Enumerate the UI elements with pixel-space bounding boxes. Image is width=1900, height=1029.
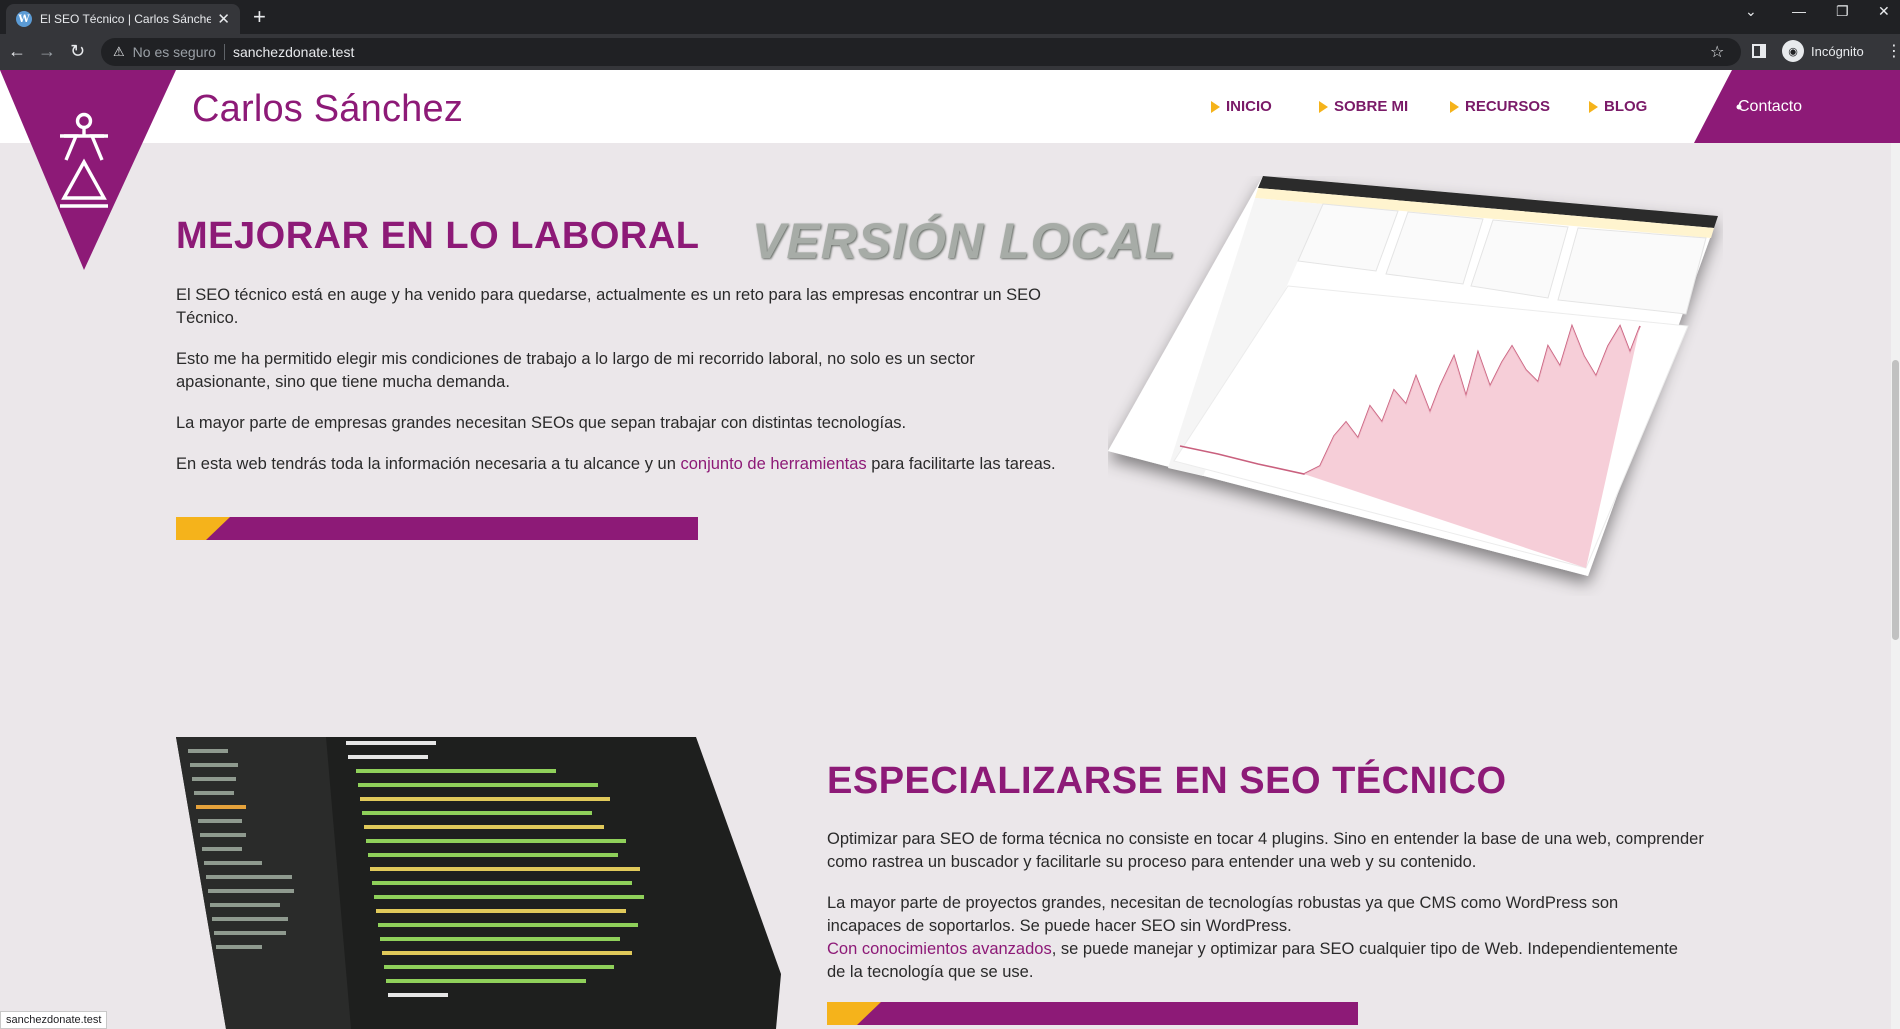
window-close-button[interactable]: ✕	[1878, 3, 1890, 20]
triangle-bullet-icon	[1589, 100, 1598, 113]
menu-kebab-icon[interactable]: ⋮	[1886, 41, 1900, 61]
close-tab-icon[interactable]: ✕	[217, 10, 230, 28]
nav-item-blog[interactable]: BLOG	[1589, 98, 1647, 115]
restore-button[interactable]: ❐	[1836, 3, 1849, 20]
browser-toolbar: ← → ↻ ⚠ No es seguro sanchezdonate.test …	[0, 34, 1900, 70]
paragraph: Esto me ha permitido elegir mis condicio…	[176, 350, 975, 391]
security-label[interactable]: No es seguro	[133, 44, 216, 60]
decorative-bar	[176, 517, 698, 540]
divider	[223, 44, 225, 60]
address-bar[interactable]: ⚠ No es seguro sanchezdonate.test	[101, 38, 1741, 66]
paragraph: Optimizar para SEO de forma técnica no c…	[827, 830, 1704, 871]
triangle-bullet-icon	[1211, 100, 1220, 113]
nav-item-inicio[interactable]: INICIO	[1211, 98, 1272, 115]
tab-search-icon[interactable]: ⌄	[1745, 3, 1757, 20]
nav-item-sobre-mi[interactable]: SOBRE MI	[1319, 98, 1408, 115]
url-text[interactable]: sanchezdonate.test	[233, 44, 354, 60]
side-panel-icon[interactable]	[1752, 44, 1766, 58]
incognito-profile-button[interactable]: ◉ Incógnito	[1782, 40, 1864, 62]
contact-button[interactable]: Contacto	[1738, 98, 1802, 116]
nav-item-recursos[interactable]: RECURSOS	[1450, 98, 1550, 115]
paragraph: La mayor parte de proyectos grandes, nec…	[827, 894, 1619, 935]
analytics-dashboard-image	[1108, 176, 1718, 576]
section-title: ESPECIALIZARSE EN SEO TÉCNICO	[827, 760, 1507, 802]
browser-tab[interactable]: W El SEO Técnico | Carlos Sánchez ✕	[6, 4, 240, 34]
paragraph: La mayor parte de empresas grandes neces…	[176, 414, 907, 432]
paragraph: Con conocimientos avanzados, se puede ma…	[827, 938, 1697, 984]
paragraph: En esta web tendrás toda la información …	[176, 453, 1056, 476]
nav-label: SOBRE MI	[1334, 98, 1409, 115]
browser-titlebar: W El SEO Técnico | Carlos Sánchez ✕ + ⌄ …	[0, 0, 1900, 34]
wordpress-icon: W	[16, 11, 32, 27]
section-title: MEJORAR EN LO LABORAL	[176, 215, 700, 257]
advanced-knowledge-link[interactable]: Con conocimientos avanzados	[827, 940, 1052, 958]
warning-icon[interactable]: ⚠	[113, 44, 125, 60]
incognito-icon: ◉	[1782, 40, 1804, 62]
triangle-bullet-icon	[1450, 100, 1459, 113]
page-scrollbar[interactable]	[1891, 70, 1900, 1029]
back-arrow-icon[interactable]: ←	[8, 41, 26, 61]
paragraph: El SEO técnico está en auge y ha venido …	[176, 286, 1041, 327]
tab-title: El SEO Técnico | Carlos Sánchez	[40, 12, 212, 26]
triangle-bullet-icon	[1319, 100, 1328, 113]
status-bar-url: sanchezdonate.test	[0, 1011, 108, 1029]
new-tab-button[interactable]: +	[253, 5, 266, 29]
paragraph-text: En esta web tendrás toda la información …	[176, 455, 681, 473]
site-brand-name[interactable]: Carlos Sánchez	[192, 88, 463, 131]
reload-icon[interactable]: ↻	[70, 41, 85, 61]
forward-arrow-icon[interactable]: →	[38, 41, 56, 61]
tools-link[interactable]: conjunto de herramientas	[680, 455, 866, 473]
bookmark-star-icon[interactable]: ☆	[1710, 42, 1724, 62]
nav-label: BLOG	[1604, 98, 1648, 115]
profile-label: Incógnito	[1811, 43, 1864, 59]
minimize-button[interactable]: —	[1792, 3, 1806, 19]
paragraph-text: para facilitarte las tareas.	[866, 455, 1056, 473]
decorative-bar	[827, 1002, 1358, 1025]
nav-label: RECURSOS	[1465, 98, 1551, 115]
site-logo[interactable]	[0, 70, 176, 270]
code-editor-image	[176, 737, 781, 1029]
scrollbar-thumb[interactable]	[1892, 360, 1899, 640]
nav-label: INICIO	[1226, 98, 1272, 115]
